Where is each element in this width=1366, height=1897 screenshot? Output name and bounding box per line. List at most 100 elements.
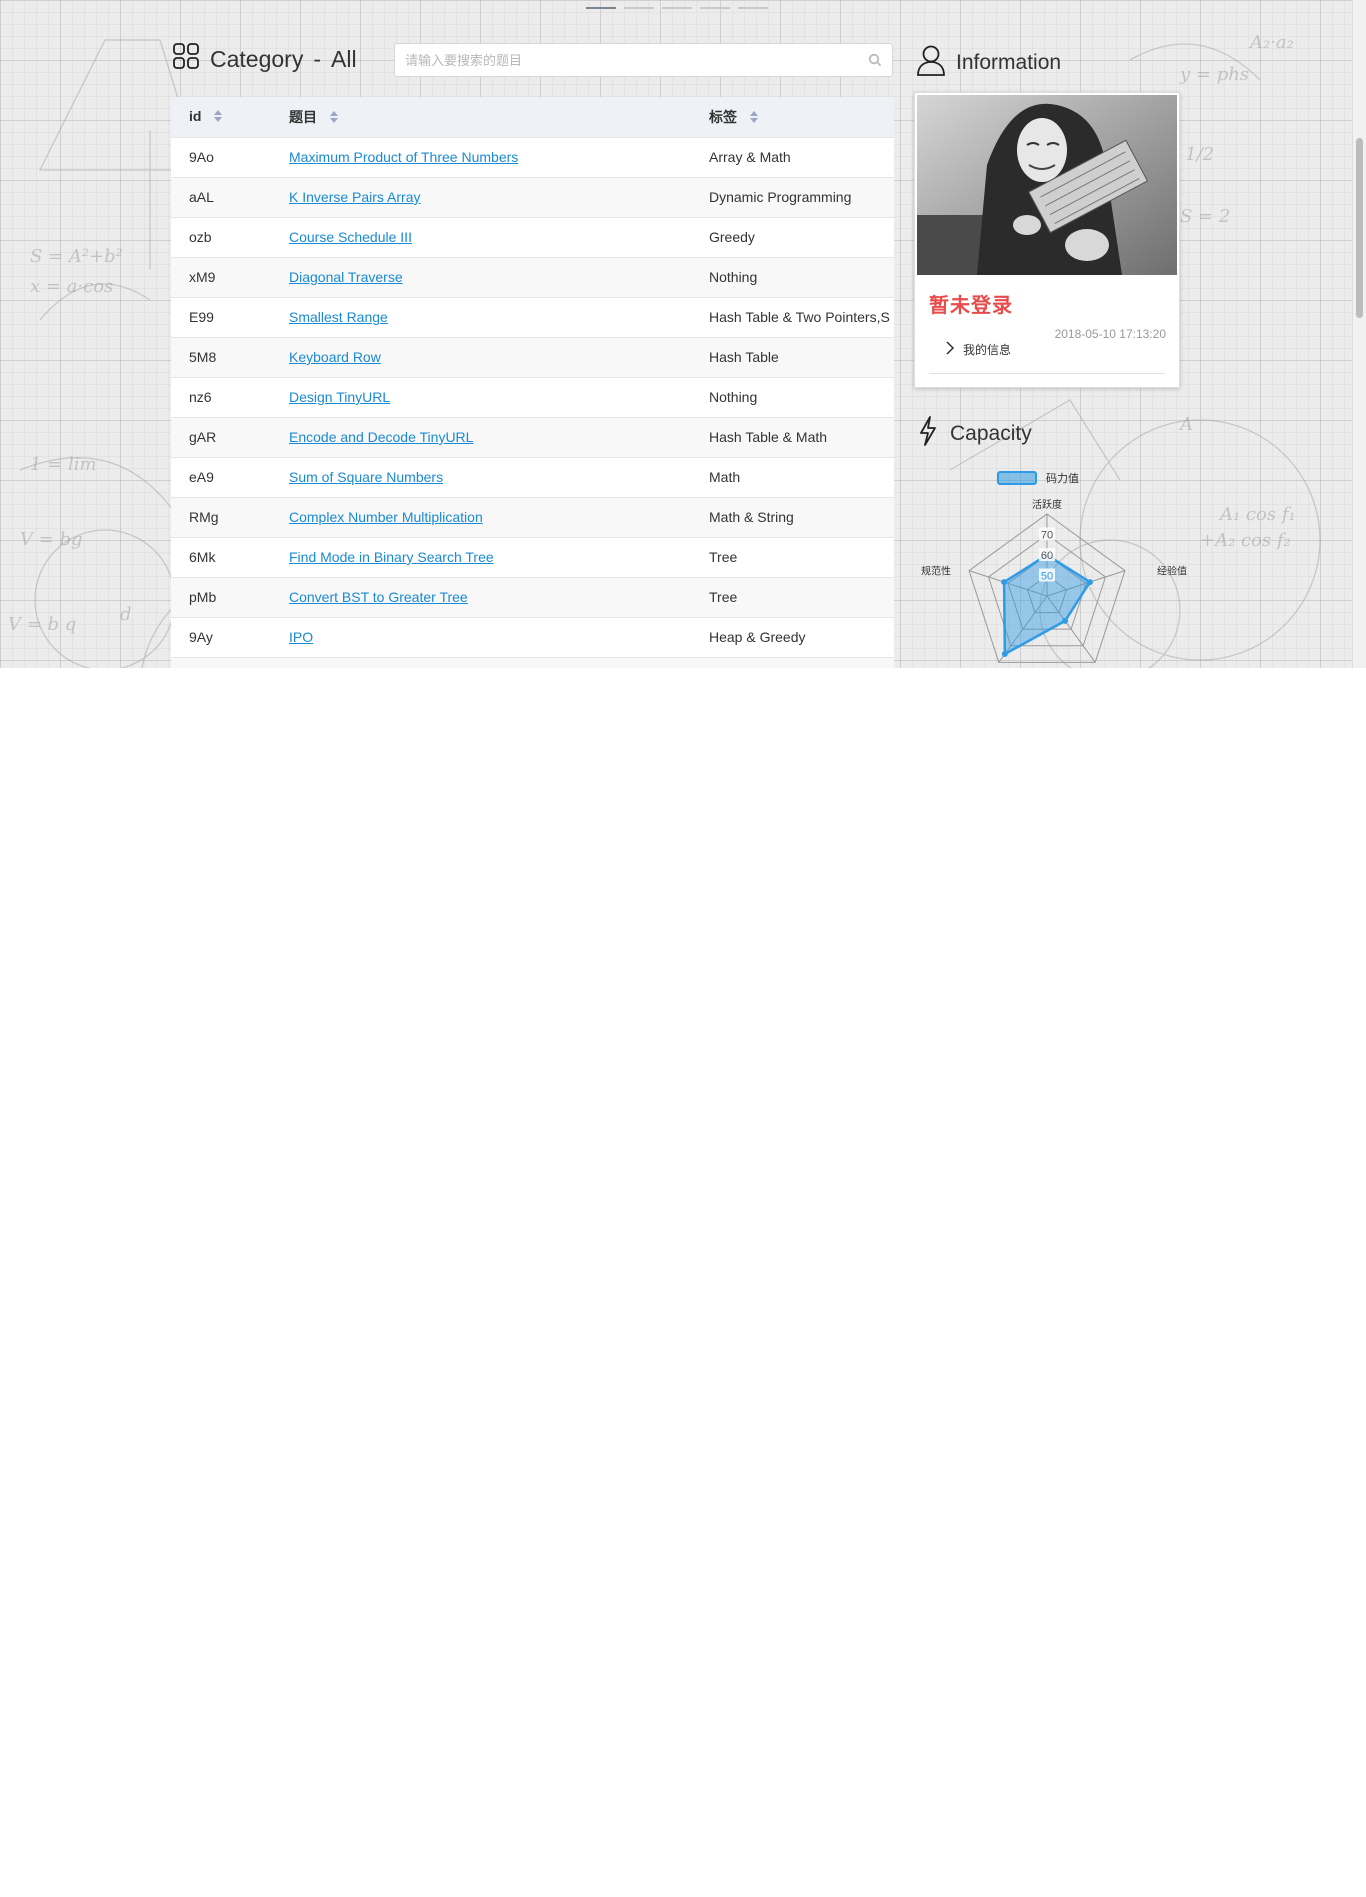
legend-label: 码力值 — [1046, 472, 1079, 485]
cell-tags: Math — [691, 456, 894, 497]
cell-tags: Math & String — [691, 496, 894, 537]
problem-link[interactable]: Complex Number Multiplication — [289, 509, 483, 525]
carousel-dot[interactable] — [700, 7, 730, 9]
cell-tags: Heap & Greedy — [691, 616, 894, 657]
cell-tags: Nothing — [691, 376, 894, 417]
radar-data-point — [1001, 579, 1008, 586]
cell-tags: Hash Table & Two Pointers,S — [691, 296, 894, 337]
my-info-link[interactable]: 我的信息 — [945, 341, 1011, 358]
cell-title: Keyboard Row — [271, 336, 691, 377]
page-viewport: y = phs A₂·a₂ r = 1/2 S = 2 A₁ cos f₁ +A… — [0, 0, 1352, 668]
cell-tags: Hash Table & Math — [691, 416, 894, 457]
capacity-heading: Capacity — [918, 416, 1032, 452]
table-row: E99 Smallest Range Hash Table & Two Pointe… — [171, 296, 894, 337]
scrollbar[interactable] — [1352, 0, 1366, 668]
carousel-dot[interactable] — [738, 7, 768, 9]
radar-data-point — [1086, 579, 1093, 586]
problem-table: id 题目 标签 9Ao Maximum Product of Three Num… — [171, 97, 894, 668]
cell-tags: Array & Math — [691, 136, 894, 177]
svg-text:1 = lim: 1 = lim — [30, 454, 97, 475]
cell-title: K Inverse Pairs Array — [271, 176, 691, 217]
problem-link[interactable]: IPO — [289, 629, 313, 645]
carousel-dot[interactable] — [662, 7, 692, 9]
problem-link[interactable]: Maximum Product of Three Numbers — [289, 149, 518, 165]
table-row: xM9 Diagonal Traverse Nothing — [171, 256, 894, 297]
problem-link[interactable]: Convert BST to Greater Tree — [289, 589, 468, 605]
table-row: pMb Convert BST to Greater Tree Tree — [171, 576, 894, 617]
cell-title: Course Schedule III — [271, 216, 691, 257]
cell-tags: Hash Table — [691, 336, 894, 377]
sort-icon[interactable] — [749, 110, 759, 127]
cell-tags: Tree — [691, 536, 894, 577]
search-input[interactable] — [395, 44, 855, 76]
problem-link[interactable]: Encode and Decode TinyURL — [289, 429, 473, 445]
problem-link[interactable]: K Inverse Pairs Array — [289, 189, 421, 205]
table-row: 9Ay IPO Heap & Greedy — [171, 616, 894, 657]
table-header-row: id 题目 标签 — [171, 97, 894, 137]
problem-link[interactable]: Smallest Range — [289, 309, 388, 325]
problem-link[interactable]: Diagonal Traverse — [289, 269, 403, 285]
radar-data-point — [1001, 651, 1008, 658]
cell-id: 9Ay — [171, 616, 271, 657]
cell-id: gAR — [171, 416, 271, 457]
problem-link[interactable]: Design TinyURL — [289, 389, 390, 405]
cell-title: IPO — [271, 616, 691, 657]
radar-tick-label: 60 — [1041, 550, 1053, 562]
capacity-title: Capacity — [950, 422, 1032, 445]
sort-icon[interactable] — [329, 110, 339, 127]
problem-link[interactable]: Keyboard Row — [289, 349, 381, 365]
carousel-dot[interactable] — [624, 7, 654, 9]
radar-data-point — [1062, 617, 1069, 624]
divider — [929, 373, 1165, 374]
svg-text:S = 2: S = 2 — [1180, 206, 1230, 227]
radar-tick-label: 50 — [1041, 571, 1053, 583]
svg-text:A₂·a₂: A₂·a₂ — [1248, 32, 1294, 53]
cell-id: 9Ao — [171, 136, 271, 177]
lightning-icon — [918, 416, 938, 452]
carousel-dot[interactable] — [586, 7, 616, 9]
search-icon[interactable] — [868, 53, 882, 72]
cell-title: Design TinyURL — [271, 376, 691, 417]
cell-title: Diagonal Traverse — [271, 256, 691, 297]
cell-tags: Greedy — [691, 216, 894, 257]
svg-text:A: A — [1178, 414, 1193, 435]
scrollbar-thumb[interactable] — [1356, 138, 1363, 318]
search-box[interactable] — [394, 43, 893, 77]
problem-link[interactable]: Sum of Square Numbers — [289, 469, 443, 485]
cell-id: 6Mk — [171, 536, 271, 577]
cell-id: aAL — [171, 176, 271, 217]
cell-title: Complex Number Multiplication — [271, 496, 691, 537]
sort-icon[interactable] — [213, 109, 223, 126]
cell-id: RMg — [171, 496, 271, 537]
radar-indicator-label: 活跃度 — [1032, 498, 1062, 511]
table-row: eA9 Sum of Square Numbers Math — [171, 456, 894, 497]
column-header-tags[interactable]: 标签 — [691, 97, 894, 137]
category-label: Category — [210, 45, 304, 72]
svg-text:x = a·cos: x = a·cos — [30, 276, 113, 297]
svg-text:V = bg: V = bg — [20, 529, 83, 550]
cell-id: pMb — [171, 576, 271, 617]
column-header-title[interactable]: 题目 — [271, 97, 691, 137]
legend-swatch — [997, 471, 1037, 485]
cell-tags: Nothing — [691, 256, 894, 297]
cell-id: E99 — [171, 296, 271, 337]
table-row: 5M8 Keyboard Row Hash Table — [171, 336, 894, 377]
cell-title: Sum of Square Numbers — [271, 456, 691, 497]
svg-text:d: d — [120, 604, 132, 625]
column-header-id[interactable]: id — [171, 97, 271, 137]
table-row — [171, 656, 894, 668]
cell-title: Maximum Product of Three Numbers — [271, 136, 691, 177]
problem-link[interactable]: Find Mode in Binary Search Tree — [289, 549, 494, 565]
cell-id: xM9 — [171, 256, 271, 297]
timestamp: 2018-05-10 17:13:20 — [1054, 327, 1166, 341]
table-row: nz6 Design TinyURL Nothing — [171, 376, 894, 417]
capacity-radar-chart: 50 60 70 活跃度经验值 规范性 码力值 — [921, 471, 1187, 663]
problem-link[interactable]: Course Schedule III — [289, 229, 412, 245]
svg-text:A₁ cos f₁: A₁ cos f₁ — [1218, 504, 1296, 525]
cell-id: 5M8 — [171, 336, 271, 377]
svg-text:S = A²+b²: S = A²+b² — [30, 246, 123, 267]
carousel-indicators[interactable] — [586, 7, 768, 9]
information-title: Information — [956, 51, 1062, 74]
category-separator: - — [313, 45, 321, 72]
login-status: 暂未登录 — [929, 295, 1013, 317]
